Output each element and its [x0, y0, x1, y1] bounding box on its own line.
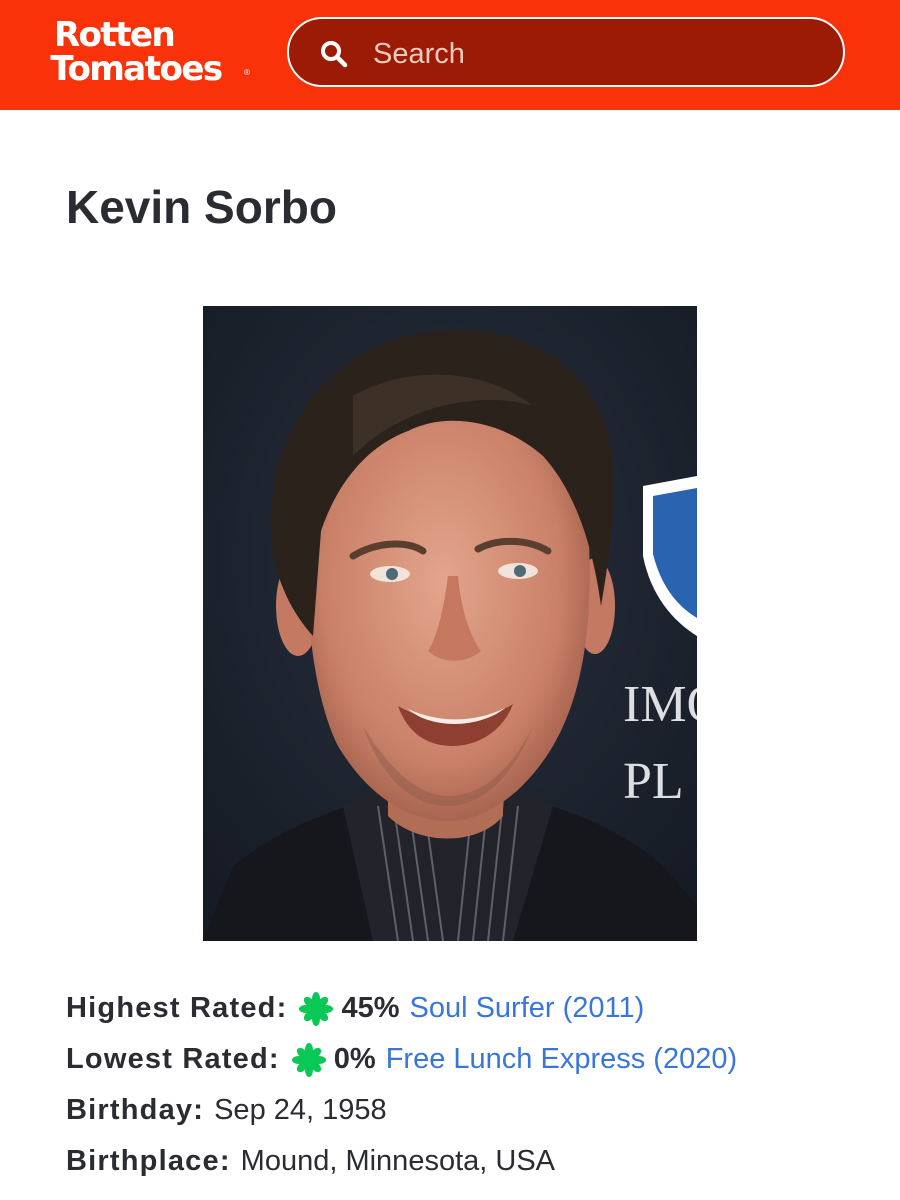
logo-line-2: Tomatoes	[50, 49, 223, 89]
birthday-label: Birthday:	[66, 1094, 205, 1126]
birthplace-label: Birthplace:	[66, 1145, 231, 1177]
lowest-rated-score: 0%	[333, 1043, 376, 1075]
highest-rated-label: Highest Rated:	[66, 992, 288, 1024]
lowest-rated-movie-link[interactable]: Free Lunch Express (2020)	[386, 1034, 737, 1085]
birthplace-value: Mound, Minnesota, USA	[240, 1145, 555, 1177]
lowest-rated-label: Lowest Rated:	[66, 1043, 280, 1075]
logo-line-1: Rotten	[53, 15, 176, 55]
search-input[interactable]	[371, 31, 815, 77]
rotten-splat-icon	[299, 991, 334, 1026]
top-bar: Rotten Tomatoes ®	[0, 0, 900, 110]
celebrity-photo: IMO PL	[203, 306, 697, 941]
registered-mark: ®	[244, 68, 250, 77]
search-icon[interactable]	[319, 39, 349, 69]
rotten-splat-icon	[291, 1042, 326, 1077]
highest-rated-movie-link[interactable]: Soul Surfer (2011)	[409, 983, 644, 1034]
rotten-tomatoes-logo[interactable]: Rotten Tomatoes ®	[26, 18, 256, 90]
lowest-rated-row: Lowest Rated: 0% Free Lunch Express (202…	[66, 1034, 886, 1085]
backdrop-text-1: IMO	[623, 676, 697, 733]
highest-rated-score: 45%	[341, 992, 400, 1024]
search-bar[interactable]	[287, 17, 845, 87]
backdrop-text-2: PL	[623, 753, 684, 810]
celebrity-name: Kevin Sorbo	[66, 181, 337, 233]
highest-rated-row: Highest Rated: 45% Soul Surfer (2011)	[66, 983, 886, 1034]
birthday-row: Birthday: Sep 24, 1958	[66, 1085, 886, 1136]
birthplace-row: Birthplace: Mound, Minnesota, USA	[66, 1136, 886, 1187]
birthday-value: Sep 24, 1958	[214, 1094, 387, 1126]
portrait-image: IMO PL	[203, 306, 697, 941]
celebrity-facts: Highest Rated: 45% Soul Surfer (2011) Lo…	[66, 983, 886, 1187]
